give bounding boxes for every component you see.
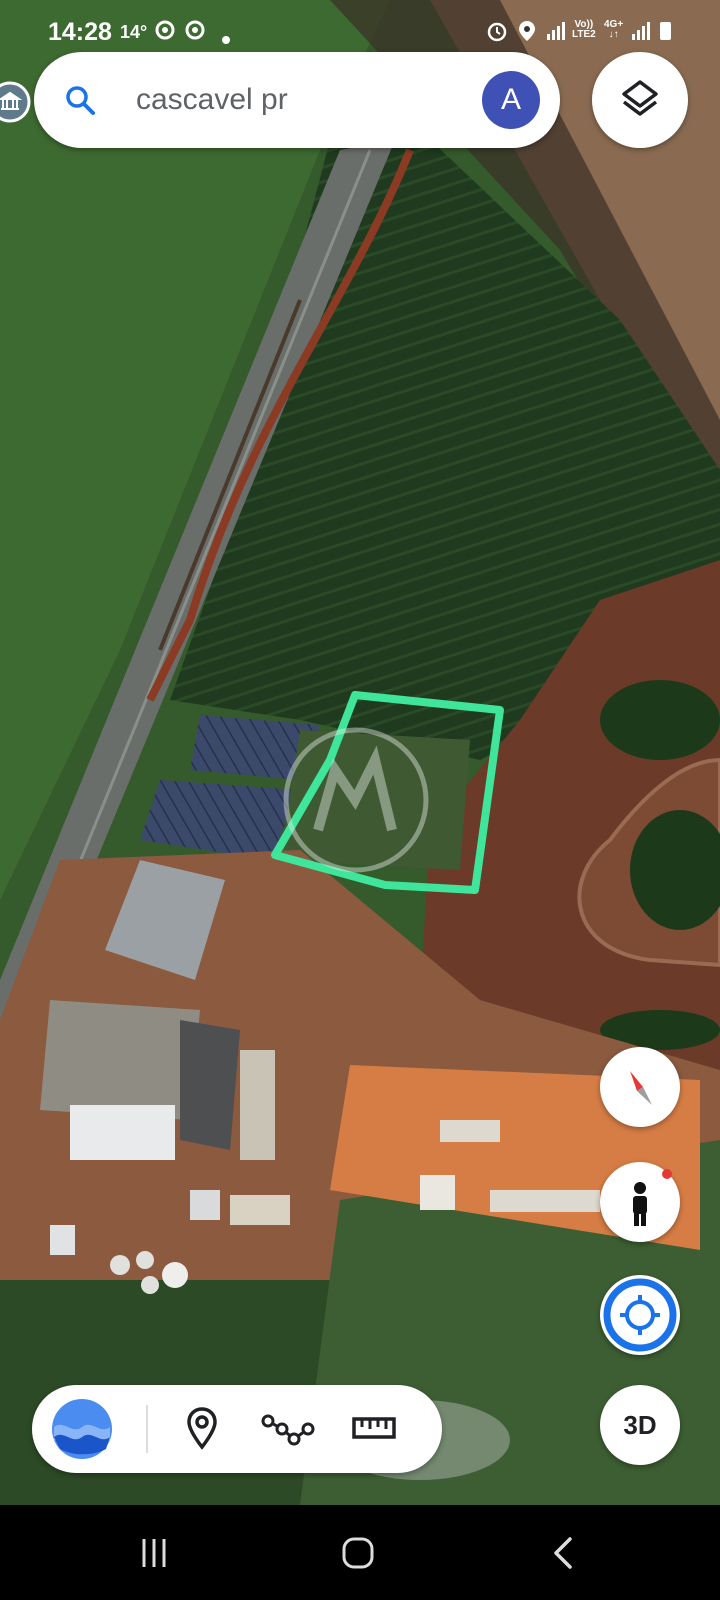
dot-icon (222, 27, 230, 50)
system-nav-bar (0, 1505, 720, 1600)
battery-icon (660, 22, 671, 40)
path-icon[interactable] (258, 1399, 318, 1459)
network-label-bottom: LTE2 (572, 29, 596, 40)
status-time: 14:28 (48, 18, 112, 46)
chrome-icon (185, 20, 205, 46)
status-temperature: 14° (120, 22, 148, 42)
recents-icon[interactable] (130, 1529, 178, 1577)
signal-icon (632, 20, 650, 40)
3d-toggle-button[interactable]: 3D (600, 1385, 680, 1465)
back-icon[interactable] (540, 1529, 588, 1577)
search-icon[interactable] (64, 84, 96, 116)
my-location-button[interactable] (600, 1275, 680, 1355)
museum-marker-icon[interactable] (0, 80, 34, 124)
earth-wave-icon[interactable] (50, 1397, 114, 1461)
chrome-icon (155, 20, 175, 46)
measure-ruler-icon[interactable] (344, 1399, 404, 1459)
status-bar: 14:28 14° Vo)) LTE2 4G+ ↓↑ (0, 0, 720, 60)
search-input[interactable]: cascavel pr (136, 83, 288, 117)
network-type: 4G+ ↓↑ (604, 19, 624, 40)
search-bar[interactable]: cascavel pr A (34, 52, 560, 148)
network-type-label: 4G+ (604, 19, 624, 30)
location-icon (518, 20, 536, 48)
compass-button[interactable] (600, 1047, 680, 1127)
account-avatar[interactable]: A (482, 71, 540, 129)
bottom-toolbar (32, 1385, 442, 1473)
signal-icon (547, 20, 565, 40)
toolbar-divider (146, 1405, 148, 1453)
place-pin-icon[interactable] (172, 1399, 232, 1459)
home-icon[interactable] (334, 1529, 382, 1577)
network-label: Vo)) LTE2 (572, 20, 596, 40)
street-view-button[interactable] (600, 1162, 680, 1242)
layers-button[interactable] (592, 52, 688, 148)
alarm-icon (486, 20, 508, 48)
